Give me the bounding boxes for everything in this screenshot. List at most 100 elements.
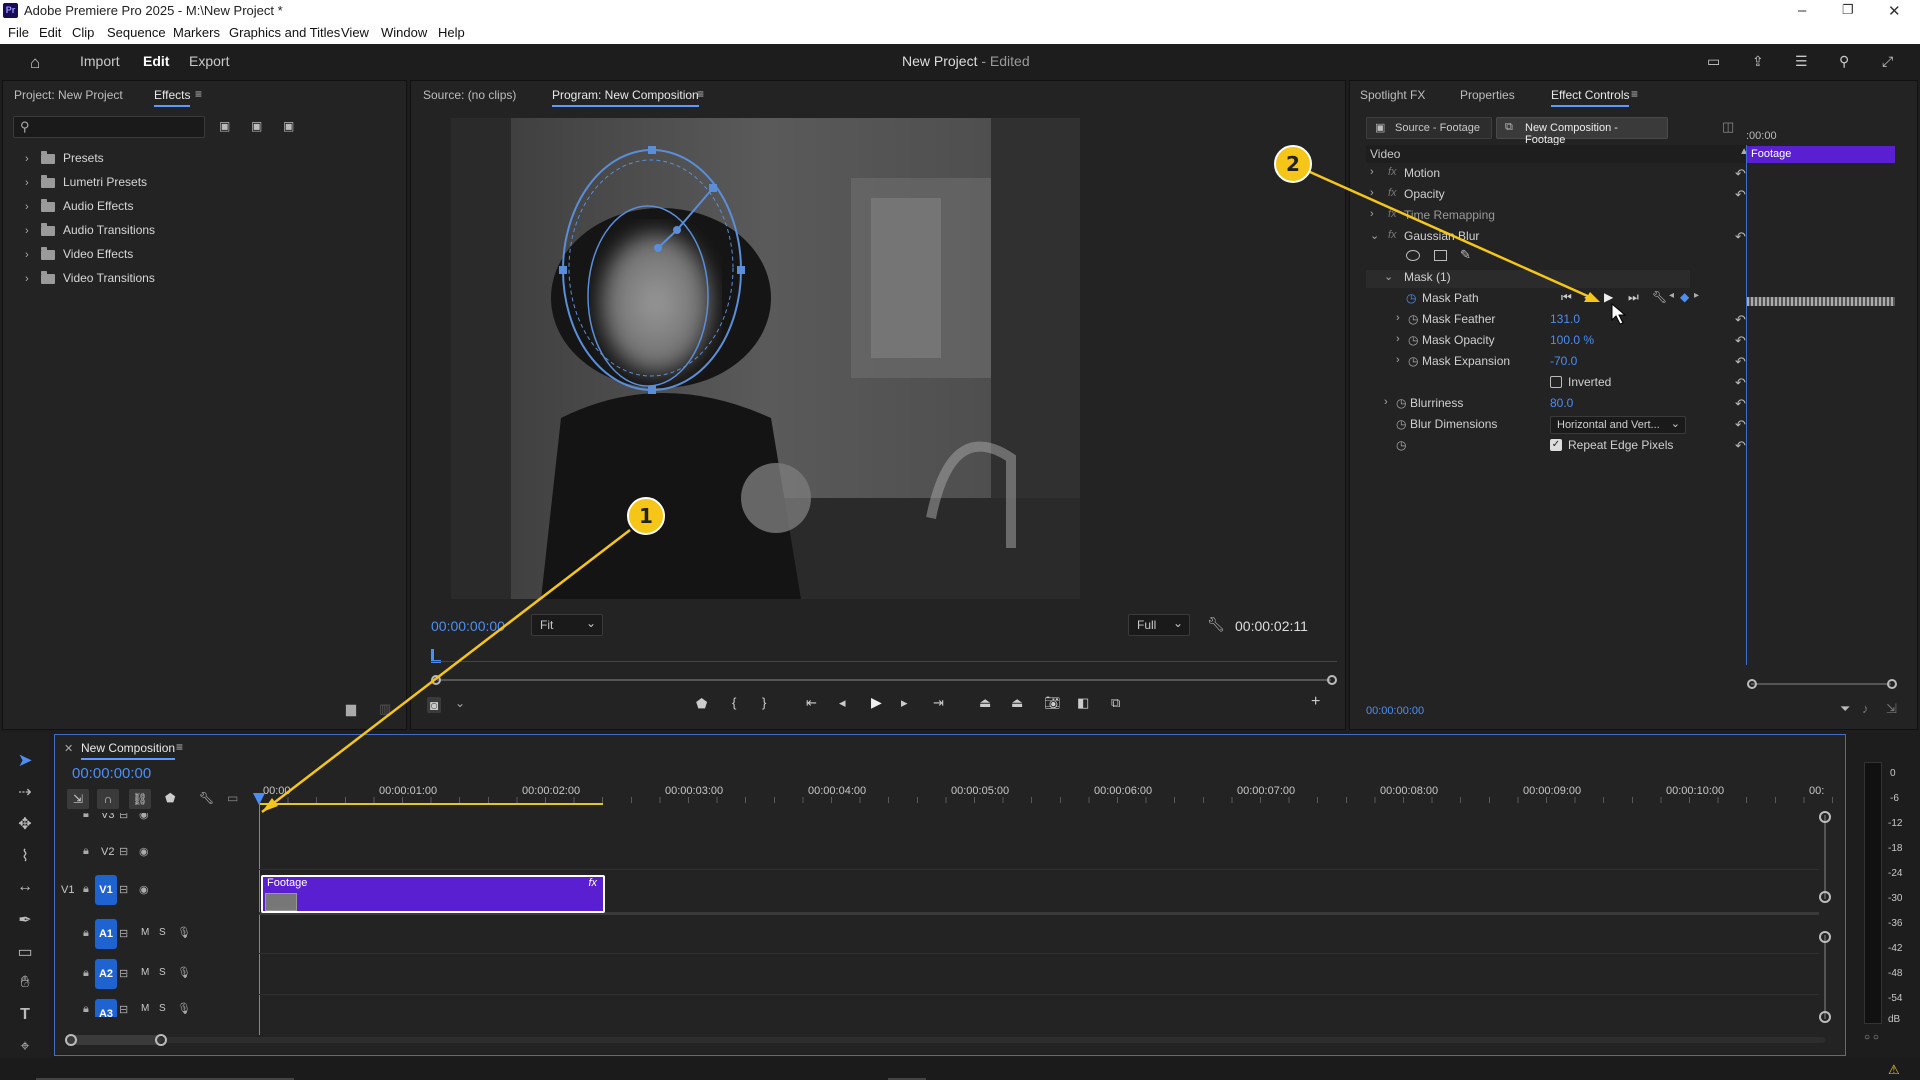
- filter-icon[interactable]: ⏷: [1840, 701, 1850, 717]
- reset-icon[interactable]: ↶: [1735, 312, 1755, 328]
- delete-icon[interactable]: ▥: [379, 701, 391, 717]
- sync-lock-icon[interactable]: ⊟: [119, 845, 128, 858]
- type-tool-icon[interactable]: T: [12, 1006, 38, 1030]
- fullscreen-icon[interactable]: ⤢: [1882, 53, 1893, 70]
- track-v2[interactable]: 🔒︎ V2 ⊟ ◉: [55, 837, 259, 867]
- keyframe-icon[interactable]: ◆: [1680, 290, 1689, 304]
- lock-icon[interactable]: 🔒︎: [83, 967, 89, 980]
- sync-lock-icon[interactable]: ⊟: [119, 1003, 128, 1016]
- monitor-zoom-scrollbar[interactable]: [431, 675, 1337, 685]
- video-track-scrollbar[interactable]: [1819, 811, 1831, 903]
- play-icon[interactable]: ▶: [871, 694, 882, 711]
- repeat-edge-checkbox[interactable]: ✓: [1550, 439, 1562, 451]
- tab-effect-controls[interactable]: Effect Controls: [1551, 88, 1630, 107]
- button-editor-icon[interactable]: +: [1311, 693, 1320, 711]
- timeline-ruler[interactable]: 00:00 00:00:01:00 00:00:02:00 00:00:03:0…: [253, 777, 1839, 807]
- effects-search-input[interactable]: ⚲: [13, 116, 205, 138]
- work-area-bar[interactable]: [259, 803, 603, 805]
- menu-view[interactable]: View: [341, 25, 369, 40]
- video-frame[interactable]: [451, 118, 1080, 599]
- search-help-icon[interactable]: ⚲: [1839, 53, 1849, 70]
- comparison-icon[interactable]: ◧: [1077, 695, 1089, 711]
- go-to-in-icon[interactable]: ⇤: [806, 695, 817, 711]
- close-icon[interactable]: ✕: [1888, 2, 1901, 20]
- solo-button[interactable]: S: [159, 927, 166, 938]
- scrollbar-handle-right[interactable]: [1327, 675, 1337, 685]
- scrollbar-handle-top[interactable]: [1819, 811, 1831, 823]
- reset-icon[interactable]: ↶: [1735, 396, 1755, 412]
- scrollbar-handle-bottom[interactable]: [1819, 1011, 1831, 1023]
- reset-icon[interactable]: ↶: [1735, 417, 1755, 433]
- stopwatch-icon[interactable]: ◷: [1408, 354, 1418, 368]
- reset-icon[interactable]: ↶: [1735, 375, 1755, 391]
- scrollbar-handle-bottom[interactable]: [1819, 891, 1831, 903]
- quick-menu-icon[interactable]: ☰: [1795, 53, 1808, 70]
- track-a1[interactable]: 🔒︎ A1 ⊟ M S 🎙︎: [55, 915, 259, 953]
- blurriness-value[interactable]: 80.0: [1550, 396, 1573, 410]
- sync-lock-icon[interactable]: ⊟: [119, 967, 128, 980]
- step-back-icon[interactable]: ◂: [839, 695, 846, 711]
- scrollbar-handle-left[interactable]: [431, 675, 441, 685]
- tree-item-lumetri-presets[interactable]: › Lumetri Presets: [25, 174, 147, 197]
- track-target-a3[interactable]: A3: [95, 999, 117, 1017]
- scrollbar-handle-left[interactable]: [1747, 679, 1757, 689]
- sequence-clip-button[interactable]: ⧉ New Composition - Footage: [1496, 117, 1668, 146]
- lock-icon[interactable]: 🔒︎: [83, 883, 89, 896]
- inverted-checkbox[interactable]: [1550, 376, 1562, 388]
- tree-item-audio-effects[interactable]: › Audio Effects: [25, 198, 134, 221]
- ec-mini-scrollbar[interactable]: [1747, 679, 1897, 689]
- scrollbar-handle-top[interactable]: [1819, 931, 1831, 943]
- tree-item-presets[interactable]: › Presets: [25, 150, 104, 173]
- toggle-timeline-icon[interactable]: ◫: [1722, 119, 1734, 135]
- chevron-down-icon[interactable]: ⌄: [455, 696, 465, 710]
- wrench-icon[interactable]: 🔧︎: [1207, 616, 1225, 633]
- timeline-settings-icon[interactable]: 🔧︎: [199, 791, 214, 805]
- panel-menu-icon[interactable]: ≡: [176, 740, 183, 754]
- export-icon[interactable]: ⇲: [1886, 701, 1897, 717]
- reset-icon[interactable]: ↶: [1735, 187, 1755, 203]
- ripple-edit-tool-icon[interactable]: ✥: [12, 814, 38, 838]
- track-v3[interactable]: 🔒︎ V3 ⊟ ◉: [55, 813, 259, 825]
- reset-icon[interactable]: ↶: [1735, 229, 1755, 245]
- panel-menu-icon[interactable]: ≡: [195, 87, 202, 101]
- mask-expansion-value[interactable]: -70.0: [1550, 354, 1577, 368]
- reset-icon[interactable]: ↶: [1735, 166, 1755, 182]
- solo-button[interactable]: S: [159, 967, 166, 978]
- share-icon[interactable]: ⇪: [1752, 53, 1764, 70]
- mask-feather-value[interactable]: 131.0: [1550, 312, 1580, 326]
- next-keyframe-icon[interactable]: ▸: [1694, 290, 1699, 301]
- stopwatch-icon[interactable]: ◷: [1408, 333, 1418, 347]
- mask-opacity-value[interactable]: 100.0 %: [1550, 333, 1594, 347]
- timeline-clip-footage[interactable]: Footage fx: [261, 875, 605, 913]
- ec-timecode[interactable]: 00:00:00:00: [1366, 705, 1424, 717]
- effect-motion[interactable]: › fx Motion ↶: [1366, 166, 1755, 184]
- yuv-effects-icon[interactable]: ▣: [283, 119, 294, 133]
- rectangle-mask-icon[interactable]: [1434, 250, 1447, 261]
- track-a2[interactable]: 🔒︎ A2 ⊟ M S 🎙︎: [55, 955, 259, 993]
- panel-menu-icon[interactable]: ≡: [1631, 87, 1638, 101]
- mask-1-row[interactable]: ⌄ Mask (1): [1366, 270, 1690, 288]
- tab-program[interactable]: Program: New Composition: [552, 88, 699, 107]
- workspace-icon[interactable]: ▭: [1707, 53, 1720, 70]
- comparison-view-icon[interactable]: ◙: [427, 697, 442, 713]
- track-target-a1[interactable]: A1: [95, 919, 117, 949]
- timeline-timecode[interactable]: 00:00:00:00: [72, 765, 151, 782]
- sync-lock-icon[interactable]: ⊟: [119, 883, 128, 896]
- sync-lock-icon[interactable]: ⊟: [119, 813, 128, 821]
- selection-tool-icon[interactable]: ➤: [12, 750, 38, 774]
- snap-icon[interactable]: ∩: [97, 789, 119, 809]
- edit-tab[interactable]: Edit: [143, 53, 169, 69]
- eye-icon[interactable]: ◉: [139, 845, 149, 858]
- go-to-out-icon[interactable]: ⇥: [933, 695, 944, 711]
- lock-icon[interactable]: 🔒︎: [83, 1003, 89, 1016]
- new-folder-icon[interactable]: ▆: [346, 701, 356, 717]
- export-frame-icon[interactable]: 📷︎: [1044, 695, 1061, 711]
- accelerated-effects-icon[interactable]: ▣: [219, 119, 230, 133]
- mark-in-icon[interactable]: {: [732, 695, 736, 710]
- track-v1[interactable]: V1 🔒︎ V1 ⊟ ◉: [55, 871, 259, 909]
- proxy-icon[interactable]: ⧉: [1111, 695, 1120, 711]
- source-patch-label[interactable]: V1: [61, 884, 74, 896]
- microphone-icon[interactable]: 🎙︎: [177, 1002, 191, 1015]
- menu-clip[interactable]: Clip: [72, 25, 94, 40]
- menu-window[interactable]: Window: [381, 25, 427, 40]
